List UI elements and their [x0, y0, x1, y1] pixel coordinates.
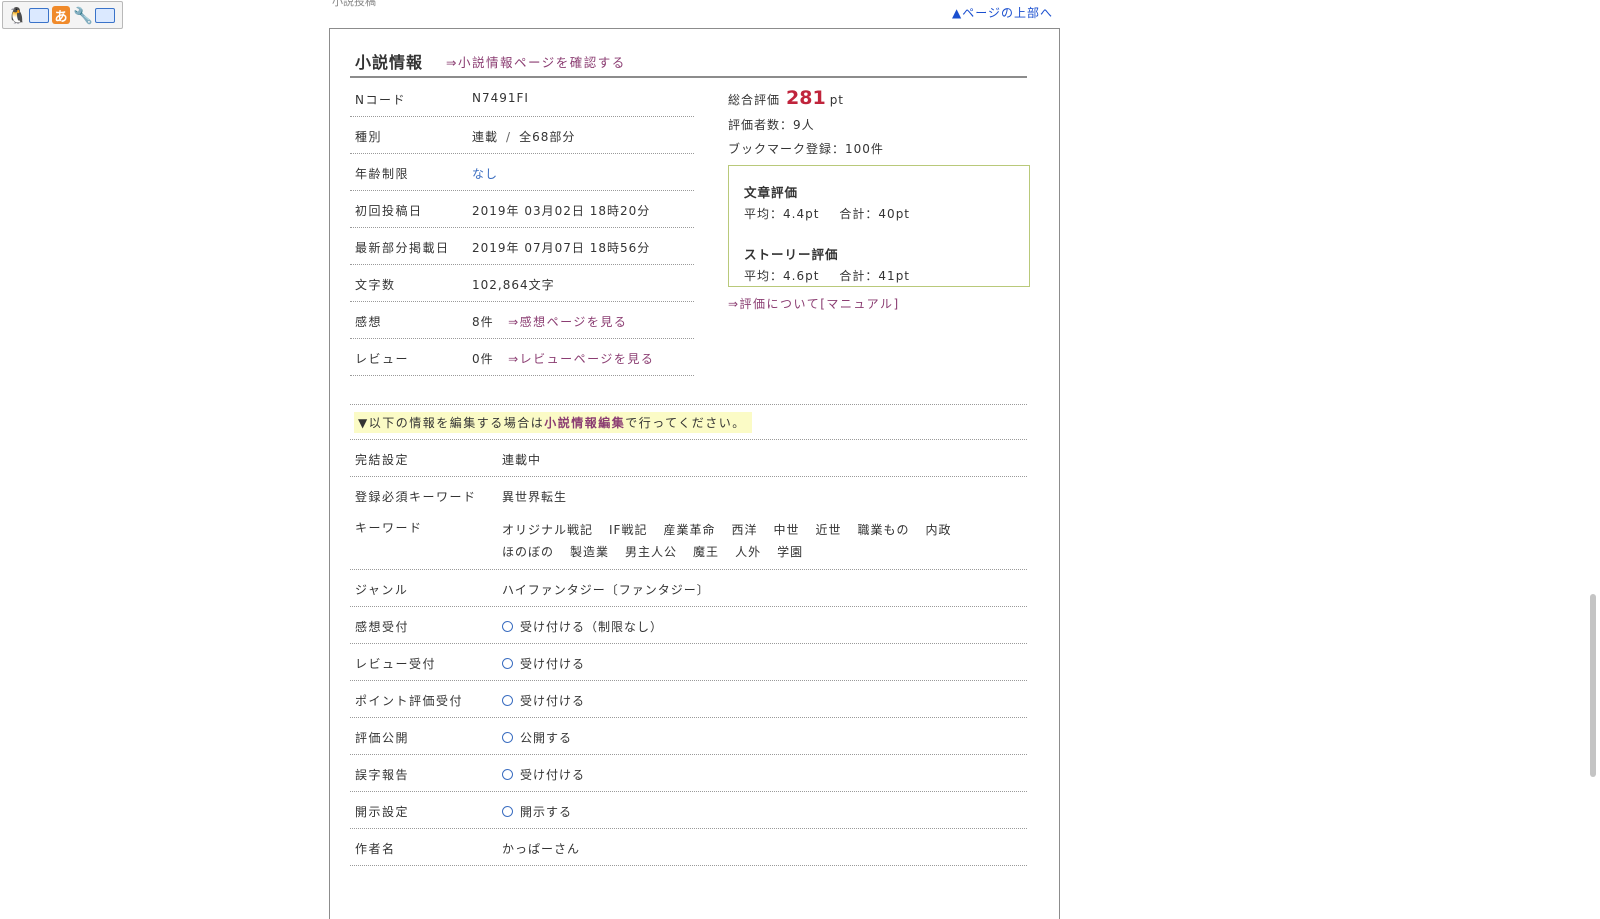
setting-row-reviews: レビュー受付 受け付ける [350, 644, 1027, 681]
virtual-keyboard-icon[interactable] [95, 5, 115, 25]
circle-icon [502, 732, 513, 743]
story-rating-values: 平均：4.6pt 合計：41pt [744, 269, 911, 283]
section-title: 小説情報 [355, 53, 424, 72]
wrench-icon[interactable]: 🔧 [73, 5, 93, 25]
cut-off-text: 小説投稿 [332, 0, 376, 8]
edit-notice-row: ▼以下の情報を編集する場合は小説情報編集で行ってください。 [350, 404, 1027, 440]
reviews-page-link[interactable]: ⇒レビューページを見る [508, 352, 654, 366]
keyword-list: オリジナル戦記 IF戦記 産業革命 西洋 中世 近世 職業もの 内政 ほのぼの 製造業 男主人公魔… [502, 523, 952, 559]
edit-notice: ▼以下の情報を編集する場合は小説情報編集で行ってください。 [354, 412, 752, 433]
circle-icon [502, 658, 513, 669]
info-row-first-posted: 初回投稿日 2019年 03月02日 18時20分 [350, 191, 694, 228]
rater-count: 評価者数：9人 [728, 118, 815, 132]
info-row-type: 種別 連載 / 全68部分 [350, 117, 694, 154]
novel-info-edit-link[interactable]: 小説情報編集 [544, 416, 625, 430]
impressions-page-link[interactable]: ⇒感想ページを見る [508, 315, 627, 329]
ime-toolbar: 🐧 あ 🔧 [2, 1, 123, 29]
total-points: 281 [786, 87, 826, 109]
circle-icon [502, 695, 513, 706]
keyboard-icon[interactable] [29, 5, 49, 25]
writing-rating-title: 文章評価 [744, 185, 799, 200]
vertical-scrollbar[interactable] [1587, 0, 1600, 900]
writing-rating-values: 平均：4.4pt 合計：40pt [744, 207, 911, 221]
novel-info-page-link[interactable]: ⇒小説情報ページを確認する [446, 52, 626, 71]
setting-row-completion: 完結設定 連載中 [350, 440, 1027, 477]
setting-row-author: 作者名 かっぱーさん [350, 829, 1027, 866]
info-row-ncode: Nコード N7491FI [350, 80, 694, 117]
setting-row-keywords: キーワード オリジナル戦記 IF戦記 産業革命 西洋 中世 近世 職業もの 内政 ほのぼの 製造… [350, 513, 1027, 570]
story-rating-title: ストーリー評価 [744, 247, 839, 262]
hiragana-mode-icon[interactable]: あ [51, 5, 71, 25]
rating-detail-box: 文章評価 平均：4.4pt 合計：40pt ストーリー評価 平均：4.6pt 合計：… [728, 165, 1030, 287]
total-rating: 総合評価 281 pt [728, 87, 845, 109]
rating-manual-link[interactable]: ⇒評価について[マニュアル] [728, 295, 1032, 312]
setting-row-required-keyword: 登録必須キーワード 異世界転生 [355, 490, 568, 504]
settings-table: ▼以下の情報を編集する場合は小説情報編集で行ってください。 完結設定 連載中 登… [350, 404, 1027, 866]
setting-row-genre: ジャンル ハイファンタジー〔ファンタジー〕 [350, 570, 1027, 607]
novel-info-panel: 小説情報 ⇒小説情報ページを確認する Nコード N7491FI 種別 連載 / 全6… [329, 28, 1060, 919]
setting-row-impressions: 感想受付 受け付ける（制限なし） [350, 607, 1027, 644]
setting-row-disclose: 開示設定 開示する [350, 792, 1027, 829]
bookmark-count: ブックマーク登録：100件 [728, 142, 884, 156]
setting-row-points: ポイント評価受付 受け付ける [350, 681, 1027, 718]
info-row-latest-posted: 最新部分掲載日 2019年 07月07日 18時56分 [350, 228, 694, 265]
info-row-age-limit: 年齢制限 なし [350, 154, 694, 191]
setting-row-public: 評価公開 公開する [350, 718, 1027, 755]
scrollbar-thumb[interactable] [1590, 594, 1596, 777]
section-header: 小説情報 ⇒小説情報ページを確認する [350, 49, 1027, 78]
circle-icon [502, 769, 513, 780]
penguin-icon[interactable]: 🐧 [7, 5, 27, 25]
circle-icon [502, 621, 513, 632]
circle-icon [502, 806, 513, 817]
info-table: Nコード N7491FI 種別 連載 / 全68部分 年齢制限 なし 初回投稿日 2… [350, 80, 694, 376]
rating-summary: 総合評価 281 pt 評価者数：9人 ブックマーク登録：100件 文章評価 平均：… [728, 87, 1032, 312]
setting-row-typo: 誤字報告 受け付ける [350, 755, 1027, 792]
info-row-reviews: レビュー 0件 ⇒レビューページを見る [350, 339, 694, 376]
info-row-impressions: 感想 8件 ⇒感想ページを見る [350, 302, 694, 339]
info-row-char-count: 文字数 102,864文字 [350, 265, 694, 302]
page-top-link[interactable]: ▲ページの上部へ [952, 4, 1053, 21]
